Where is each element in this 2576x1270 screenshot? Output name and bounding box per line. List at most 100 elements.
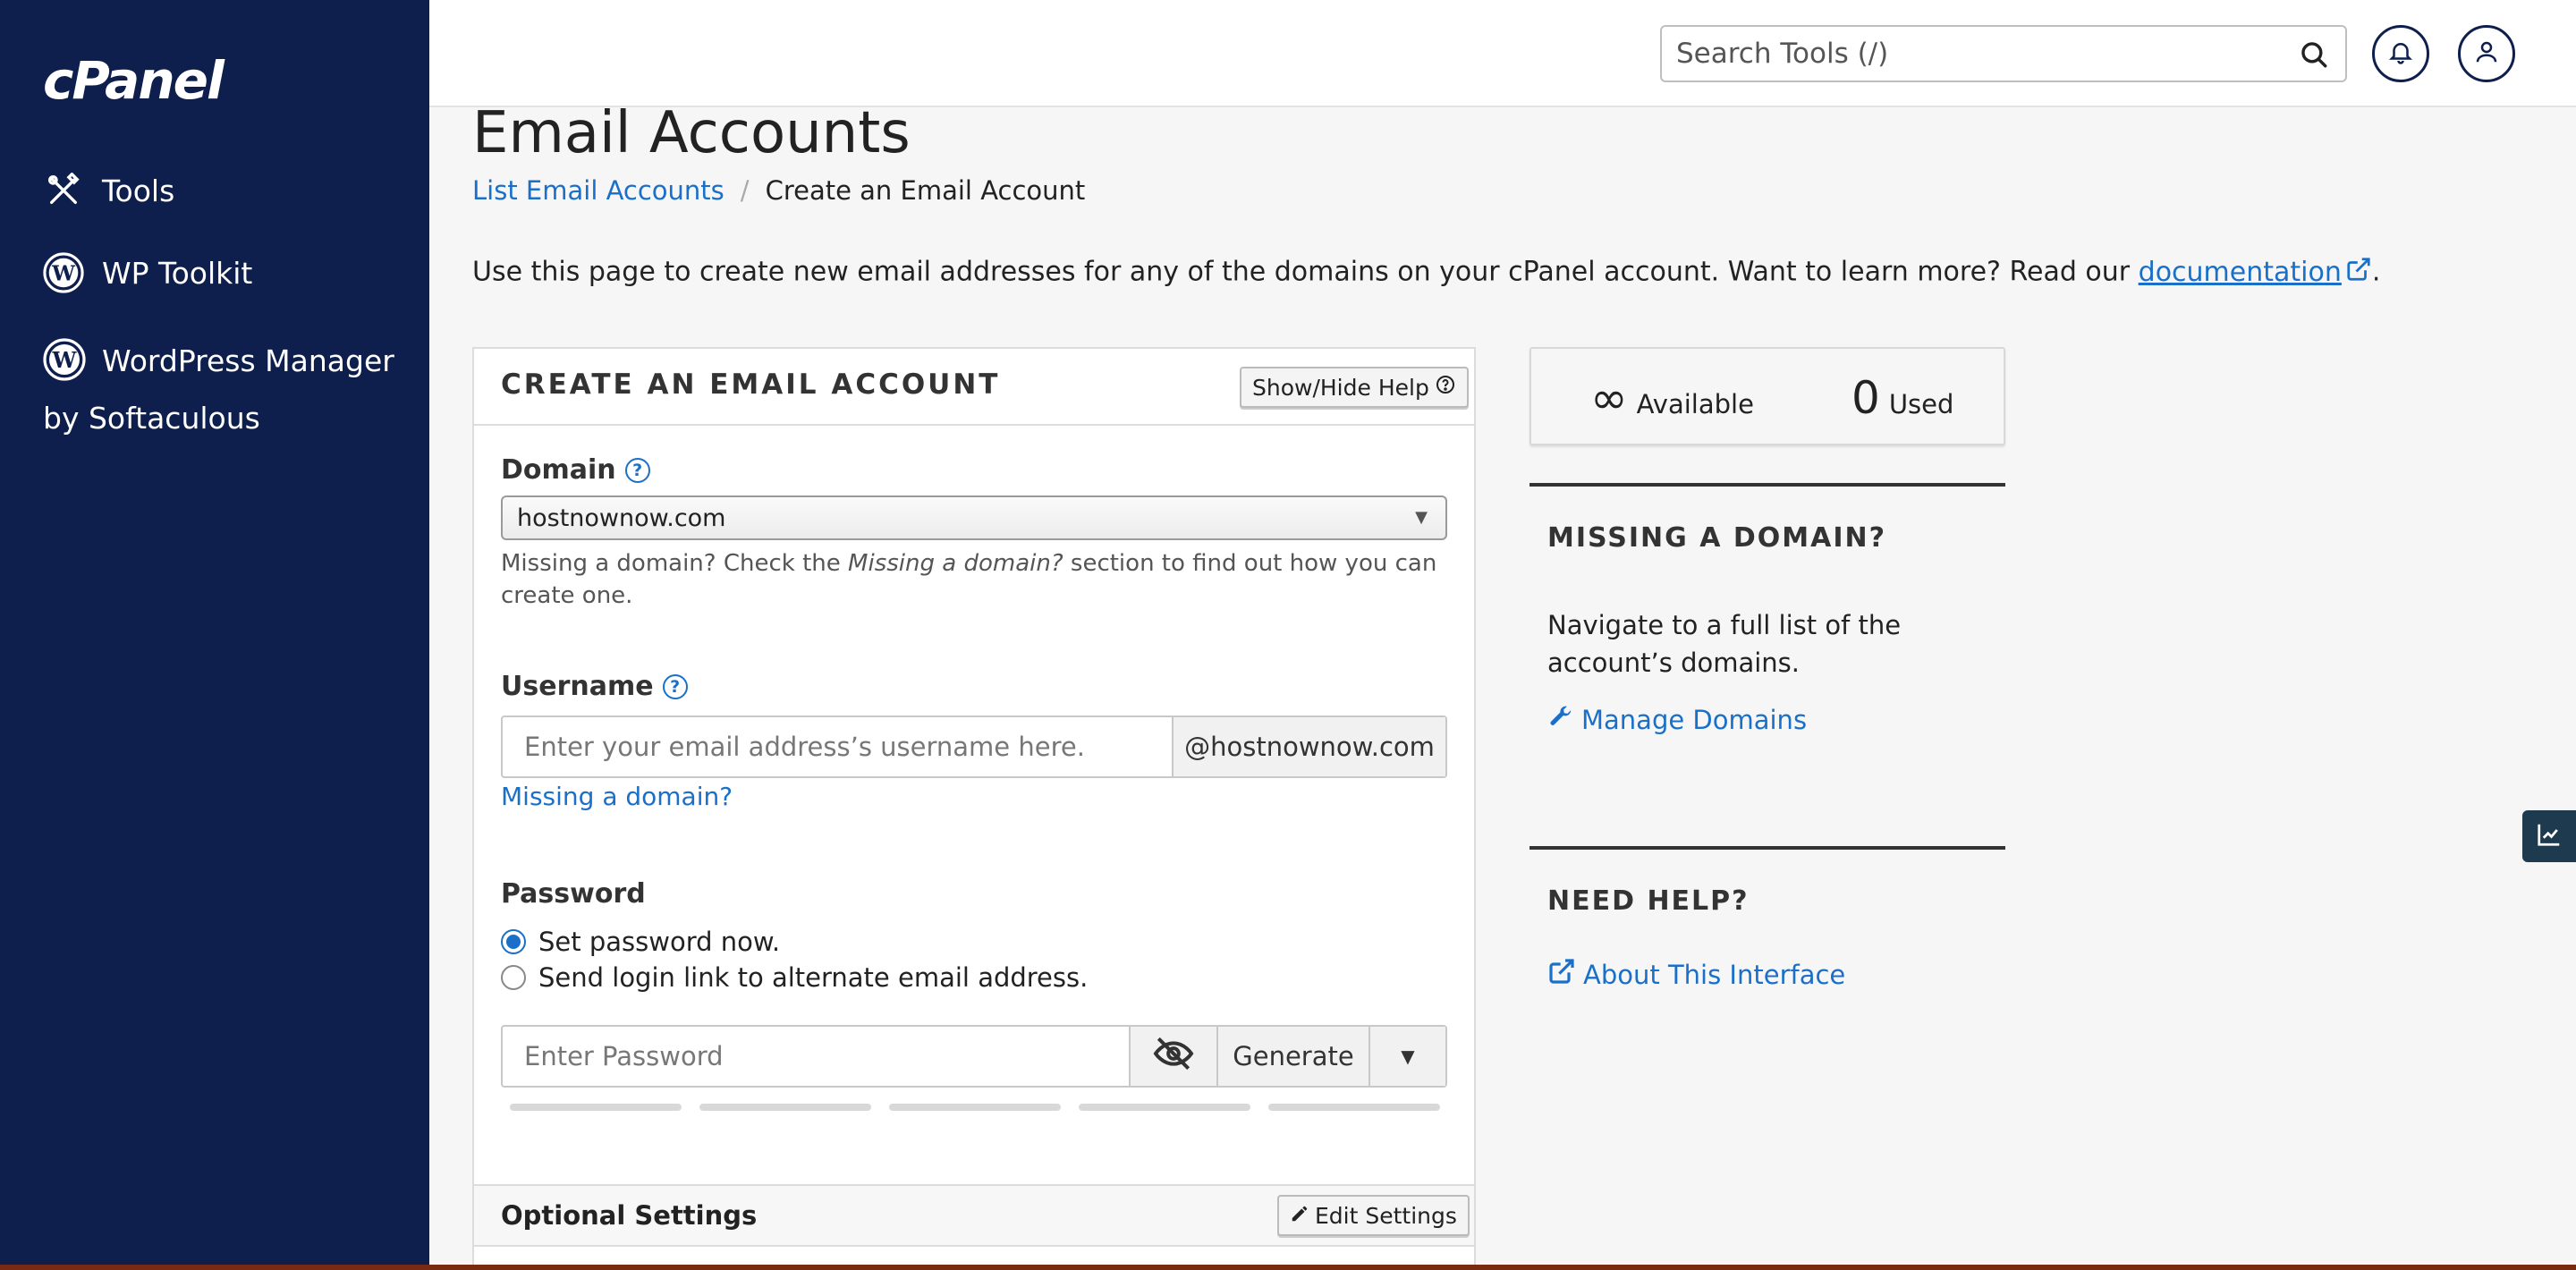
missing-domain-link[interactable]: Missing a domain? xyxy=(501,782,733,811)
bottom-edge-strip xyxy=(0,1265,2576,1270)
password-label: Password xyxy=(501,878,646,910)
missing-domain-text: Navigate to a full list of the account’s… xyxy=(1547,610,1902,678)
wordpress-icon: W xyxy=(43,252,84,293)
available-label: Available xyxy=(1636,389,1754,419)
user-menu-button[interactable] xyxy=(2458,25,2515,82)
cpanel-logo[interactable]: cPanel xyxy=(43,50,225,111)
search-icon[interactable] xyxy=(2299,39,2329,70)
intro-body: Use this page to create new email addres… xyxy=(472,256,2139,288)
domain-hint-pre: Missing a domain? Check the xyxy=(501,550,849,577)
sidebar-item-label: WordPress Manager by Softaculous xyxy=(43,343,394,436)
manage-domains-label: Manage Domains xyxy=(1581,704,1808,735)
need-help-section: NEED HELP? About This Interface xyxy=(1530,846,2005,1025)
password-input[interactable] xyxy=(503,1027,1129,1086)
domain-label-text: Domain xyxy=(501,454,616,486)
edit-settings-label: Edit Settings xyxy=(1315,1202,1457,1229)
radio-label: Send login link to alternate email addre… xyxy=(538,962,1089,993)
create-email-card: CREATE AN EMAIL ACCOUNT Show/Hide Help D… xyxy=(472,347,1476,1270)
chart-line-icon xyxy=(2536,821,2563,851)
domain-select[interactable]: hostnownow.com ▼ xyxy=(501,495,1447,540)
about-this-interface-link[interactable]: About This Interface xyxy=(1547,957,1845,992)
radio-set-password-now[interactable]: Set password now. xyxy=(501,927,780,957)
email-usage-stats: ∞ Available 0 Used xyxy=(1530,347,2005,445)
documentation-link[interactable]: documentation xyxy=(2139,257,2372,288)
bell-icon xyxy=(2387,38,2414,69)
domain-hint-em: Missing a domain? xyxy=(848,550,1063,577)
breadcrumb: List Email Accounts / Create an Email Ac… xyxy=(472,175,1085,206)
sidebar-item-wordpress-manager[interactable]: W WordPress Manager by Softaculous xyxy=(43,333,401,447)
domain-label: Domain ? xyxy=(501,454,650,486)
about-this-interface-label: About This Interface xyxy=(1583,959,1846,990)
username-input-group: @hostnownow.com xyxy=(501,715,1447,778)
breadcrumb-separator: / xyxy=(740,175,750,206)
radio-button-selected[interactable] xyxy=(501,929,526,954)
wrench-icon xyxy=(1547,703,1574,736)
domain-selected-value: hostnownow.com xyxy=(517,504,726,532)
tools-icon xyxy=(43,170,84,211)
radio-send-login-link[interactable]: Send login link to alternate email addre… xyxy=(501,962,1088,993)
search-tools[interactable] xyxy=(1660,25,2347,82)
used-value: 0 xyxy=(1852,372,1880,424)
svg-text:W: W xyxy=(52,347,78,373)
available-value: ∞ xyxy=(1590,372,1628,424)
search-input[interactable] xyxy=(1676,34,2284,73)
sidebar-item-label: WP Toolkit xyxy=(102,255,253,291)
external-link-icon xyxy=(1547,957,1576,992)
show-hide-help-label: Show/Hide Help xyxy=(1252,374,1429,401)
radio-label: Set password now. xyxy=(538,927,781,957)
strength-segment xyxy=(1268,1104,1440,1111)
intro-text: Use this page to create new email addres… xyxy=(472,256,2380,290)
domain-hint: Missing a domain? Check the Missing a do… xyxy=(501,547,1447,612)
password-label-text: Password xyxy=(501,878,646,910)
used-label: Used xyxy=(1888,389,1954,419)
username-help-icon[interactable]: ? xyxy=(662,673,688,699)
strength-segment xyxy=(699,1104,871,1111)
caret-down-icon: ▼ xyxy=(1415,508,1428,527)
password-strength-meter xyxy=(510,1104,1440,1111)
external-link-icon xyxy=(2345,256,2372,290)
svg-text:W: W xyxy=(51,262,76,286)
generate-password-button[interactable]: Generate xyxy=(1216,1027,1368,1086)
pencil-icon xyxy=(1290,1203,1309,1229)
sidebar-item-tools[interactable]: Tools xyxy=(43,170,174,211)
show-hide-help-button[interactable]: Show/Hide Help xyxy=(1240,367,1469,408)
optional-settings-bar: Optional Settings Edit Settings xyxy=(474,1184,1474,1247)
sidebar-item-wp-toolkit[interactable]: W WP Toolkit xyxy=(43,252,252,293)
card-header: CREATE AN EMAIL ACCOUNT Show/Hide Help xyxy=(474,349,1474,426)
card-title: CREATE AN EMAIL ACCOUNT xyxy=(501,368,1001,401)
username-label: Username ? xyxy=(501,671,688,702)
need-help-title: NEED HELP? xyxy=(1547,885,1750,917)
generate-options-dropdown[interactable]: ▼ xyxy=(1368,1027,1445,1086)
manage-domains-link[interactable]: Manage Domains xyxy=(1547,703,1807,736)
username-domain-suffix: @hostnownow.com xyxy=(1172,717,1445,776)
sidebar: cPanel Tools W WP Toolkit W WordPress Ma… xyxy=(0,0,429,1270)
username-label-text: Username xyxy=(501,671,654,702)
help-circle-icon xyxy=(1435,374,1456,401)
optional-settings-title: Optional Settings xyxy=(501,1200,758,1231)
used-stat: 0 Used xyxy=(1852,372,1953,424)
breadcrumb-list-email-accounts[interactable]: List Email Accounts xyxy=(472,175,724,206)
breadcrumb-current: Create an Email Account xyxy=(765,175,1086,206)
page-title: Email Accounts xyxy=(472,100,911,166)
documentation-link-label: documentation xyxy=(2138,256,2342,288)
user-icon xyxy=(2473,38,2500,69)
top-header xyxy=(429,0,2576,107)
stats-panel-toggle[interactable] xyxy=(2522,810,2576,862)
toggle-password-visibility-button[interactable] xyxy=(1129,1027,1216,1086)
strength-segment xyxy=(889,1104,1061,1111)
sidebar-item-label: Tools xyxy=(102,173,175,208)
domain-help-icon[interactable]: ? xyxy=(624,457,650,483)
caret-down-icon: ▼ xyxy=(1401,1046,1415,1067)
eye-slash-icon xyxy=(1152,1036,1195,1078)
available-stat: ∞ Available xyxy=(1590,372,1754,424)
missing-domain-section: MISSING A DOMAIN? Navigate to a full lis… xyxy=(1530,483,2005,841)
strength-segment xyxy=(510,1104,682,1111)
strength-segment xyxy=(1079,1104,1250,1111)
wordpress-icon: W xyxy=(43,337,86,381)
password-input-group: Generate ▼ xyxy=(501,1025,1447,1088)
notifications-button[interactable] xyxy=(2372,25,2429,82)
username-input[interactable] xyxy=(503,717,1172,776)
intro-end: . xyxy=(2371,256,2381,288)
edit-settings-button[interactable]: Edit Settings xyxy=(1277,1195,1470,1236)
radio-button[interactable] xyxy=(501,965,526,990)
